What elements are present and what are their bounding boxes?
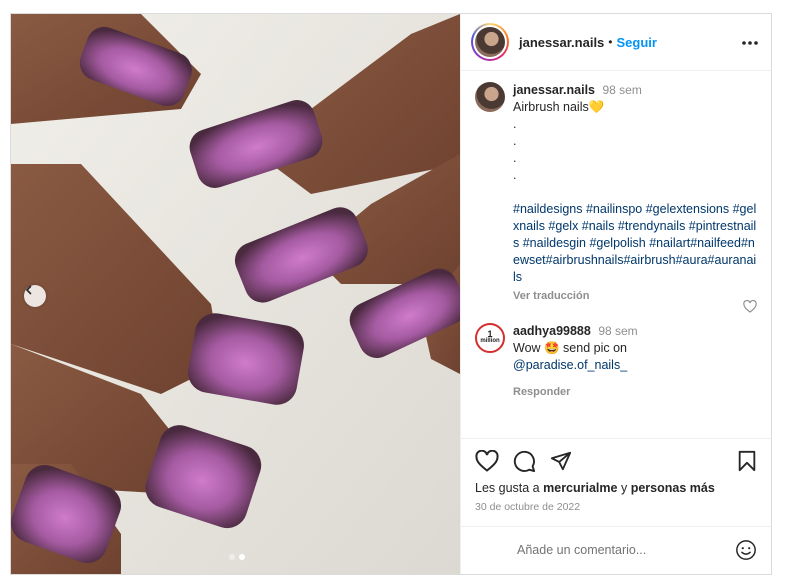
paper-plane-icon[interactable] — [550, 450, 572, 472]
author-avatar-ring[interactable] — [471, 23, 509, 61]
avatar-text-top: 1 — [487, 329, 493, 339]
reply-button[interactable]: Responder — [513, 384, 757, 401]
likes-summary: Les gusta a mercurialme y personas más — [475, 481, 757, 495]
comment-mention[interactable]: @paradise.of_nails_ — [513, 357, 757, 374]
follow-button[interactable]: Seguir — [616, 35, 656, 50]
caption-dot-line: . — [513, 134, 517, 148]
post-actions: Les gusta a mercurialme y personas más 3… — [461, 438, 771, 513]
likes-prefix: Les gusta a — [475, 481, 540, 495]
add-comment-bar — [461, 526, 771, 573]
carousel-prev-button[interactable] — [24, 285, 46, 307]
comment-text: Wow 🤩 send pic on — [513, 341, 627, 355]
likes-user[interactable]: mercurialme — [543, 481, 617, 495]
comment-input[interactable] — [517, 543, 735, 557]
commenter-avatar[interactable]: 1 million — [475, 323, 505, 353]
author-username[interactable]: janessar.nails — [519, 35, 604, 50]
action-bar — [475, 439, 757, 479]
caption-avatar[interactable] — [475, 82, 505, 112]
comments-section: janessar.nails 98 sem Airbrush nails💛 . … — [461, 72, 771, 437]
carousel-dot — [229, 554, 235, 560]
caption-hashtags[interactable]: #naildesigns #nailinspo #gelextensions #… — [513, 201, 757, 286]
caption-dot-line: . — [513, 168, 517, 182]
caption-time[interactable]: 98 sem — [603, 83, 642, 97]
carousel-indicator — [229, 554, 245, 560]
post-photo[interactable] — [11, 14, 460, 574]
post-side-panel: janessar.nails • Seguir janessar.nails 9… — [460, 14, 771, 574]
post-date[interactable]: 30 de octubre de 2022 — [475, 501, 757, 513]
likes-connector: y — [620, 481, 628, 495]
caption-username[interactable]: janessar.nails — [513, 83, 595, 97]
heart-icon[interactable] — [475, 450, 499, 472]
post-header: janessar.nails • Seguir — [461, 14, 771, 71]
comment-item: 1 million aadhya99888 98 sem Wow 🤩 send … — [475, 323, 757, 401]
smiley-icon[interactable] — [735, 539, 757, 561]
commenter-username[interactable]: aadhya99888 — [513, 324, 591, 338]
see-translation-link[interactable]: Ver traducción — [513, 288, 757, 305]
comment-time[interactable]: 98 sem — [598, 324, 637, 338]
instagram-post-modal: janessar.nails • Seguir janessar.nails 9… — [10, 13, 772, 575]
header-separator: • — [608, 35, 613, 49]
carousel-dot-active — [239, 554, 245, 560]
caption-dot-line: . — [513, 117, 517, 131]
chevron-left-icon — [26, 285, 32, 295]
more-options-icon[interactable] — [741, 33, 759, 51]
comment-icon[interactable] — [513, 450, 536, 473]
caption-text: Airbrush nails💛 — [513, 100, 605, 114]
heart-small-icon[interactable] — [743, 299, 757, 316]
avatar-text-bottom: million — [480, 338, 500, 344]
caption-block: janessar.nails 98 sem Airbrush nails💛 . … — [475, 82, 757, 305]
nails-image — [11, 14, 460, 574]
bookmark-icon[interactable] — [737, 450, 757, 472]
likes-others[interactable]: personas más — [631, 481, 715, 495]
caption-dot-line: . — [513, 151, 517, 165]
avatar — [475, 27, 505, 57]
